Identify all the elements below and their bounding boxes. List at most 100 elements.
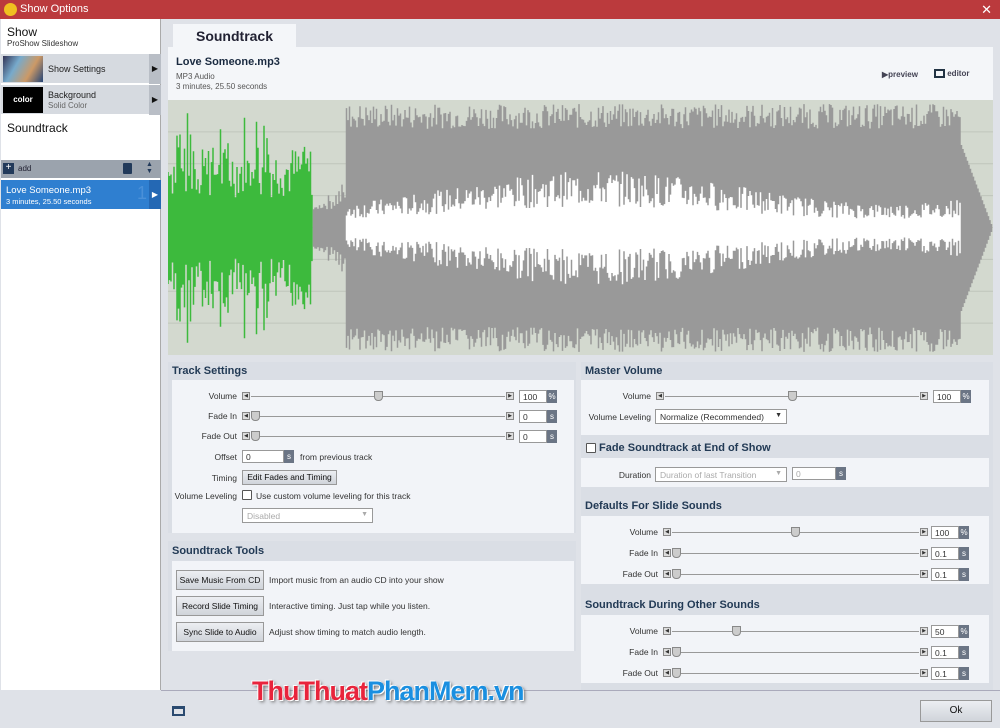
other-volume-slider-track[interactable] xyxy=(672,631,919,632)
slider-right-arrow-icon[interactable]: ▶ xyxy=(506,392,514,400)
defaults-fade-in-slider-track[interactable] xyxy=(672,553,919,554)
track-fade-in-input[interactable]: 0 xyxy=(519,410,547,423)
waveform-played xyxy=(168,113,313,343)
add-icon[interactable]: + xyxy=(3,163,14,174)
tool-button[interactable]: Sync Slide to Audio xyxy=(176,622,264,642)
master-leveling-select[interactable]: Normalize (Recommended) ▼ xyxy=(655,409,787,424)
master-volume-input[interactable]: 100 xyxy=(933,390,961,403)
slider-left-arrow-icon[interactable]: ◀ xyxy=(656,392,664,400)
slider-right-arrow-icon[interactable]: ▶ xyxy=(920,392,928,400)
editor-button[interactable]: editor xyxy=(934,69,970,79)
ok-button[interactable]: Ok xyxy=(920,700,992,722)
defaults-fade-out-input[interactable]: 0.1 xyxy=(931,568,959,581)
fade-duration-unit: s xyxy=(836,467,846,480)
close-button[interactable]: ✕ xyxy=(981,0,992,19)
editor-label: editor xyxy=(947,69,970,78)
master-volume-slider-thumb[interactable] xyxy=(787,391,797,401)
preview-button[interactable]: ▶preview xyxy=(882,70,918,79)
slider-left-arrow-icon[interactable]: ◀ xyxy=(663,669,671,677)
sidebar: Show ProShow Slideshow Show Settings ▶ c… xyxy=(1,19,161,690)
defaults-fade-in-label: Fade In xyxy=(629,548,658,558)
other-volume-slider-thumb[interactable] xyxy=(731,626,741,636)
slider-right-arrow-icon[interactable]: ▶ xyxy=(920,528,928,536)
defaults-fade-in-input[interactable]: 0.1 xyxy=(931,547,959,560)
track-volume-label: Volume xyxy=(208,391,237,401)
track-volume-input[interactable]: 100 xyxy=(519,390,547,403)
track-fade-in-slider-track[interactable] xyxy=(251,416,505,417)
other-volume-label: Volume xyxy=(629,626,658,636)
tab-soundtrack[interactable]: Soundtrack xyxy=(173,24,296,48)
caret-down-icon: ▼ xyxy=(775,412,782,419)
soundtrack-toolbar: + add ▲ ▼ xyxy=(1,160,161,178)
track-fade-out-slider-track[interactable] xyxy=(251,436,505,437)
sidebar-item-label: Background xyxy=(48,90,97,100)
selected-value: Duration of last Transition xyxy=(660,470,757,480)
caret-down-icon: ▼ xyxy=(775,470,782,477)
slider-right-arrow-icon[interactable]: ▶ xyxy=(920,627,928,635)
offset-label: Offset xyxy=(214,452,237,462)
chevron-right-icon[interactable]: ▶ xyxy=(149,180,161,209)
slider-left-arrow-icon[interactable]: ◀ xyxy=(242,412,250,420)
trash-icon[interactable] xyxy=(123,163,132,174)
other-volume-input[interactable]: 50 xyxy=(931,625,959,638)
fade-end-checkbox[interactable] xyxy=(586,443,596,453)
slider-left-arrow-icon[interactable]: ◀ xyxy=(242,432,250,440)
defaults-volume-slider-thumb[interactable] xyxy=(791,527,800,537)
track-fade-in-slider-thumb[interactable] xyxy=(251,411,260,421)
other-fade-out-slider-thumb[interactable] xyxy=(672,668,681,678)
tool-button[interactable]: Save Music From CD xyxy=(176,570,264,590)
edit-fades-timing-button[interactable]: Edit Fades and Timing xyxy=(242,470,337,485)
slider-right-arrow-icon[interactable]: ▶ xyxy=(920,648,928,656)
slider-left-arrow-icon[interactable]: ◀ xyxy=(663,570,671,578)
other-fade-out-input[interactable]: 0.1 xyxy=(931,667,959,680)
slider-left-arrow-icon[interactable]: ◀ xyxy=(663,549,671,557)
slider-right-arrow-icon[interactable]: ▶ xyxy=(920,549,928,557)
defaults-volume-unit: % xyxy=(959,526,969,539)
other-fade-in-input[interactable]: 0.1 xyxy=(931,646,959,659)
other-fade-in-slider-track[interactable] xyxy=(672,652,919,653)
show-subtitle: ProShow Slideshow xyxy=(7,39,79,48)
offset-input[interactable]: 0 xyxy=(242,450,284,463)
window-mode-icon[interactable] xyxy=(172,706,185,716)
track-list-item[interactable]: Love Someone.mp3 3 minutes, 25.50 second… xyxy=(1,180,161,209)
show-heading: Show xyxy=(7,25,38,39)
defaults-fade-out-unit: s xyxy=(959,568,969,581)
slider-right-arrow-icon[interactable]: ▶ xyxy=(506,412,514,420)
slider-left-arrow-icon[interactable]: ◀ xyxy=(663,648,671,656)
track-volume-slider-thumb[interactable] xyxy=(373,391,383,401)
slider-left-arrow-icon[interactable]: ◀ xyxy=(663,627,671,635)
slider-right-arrow-icon[interactable]: ▶ xyxy=(506,432,514,440)
slider-right-arrow-icon[interactable]: ▶ xyxy=(920,570,928,578)
reorder-icon[interactable]: ▲ ▼ xyxy=(146,161,153,175)
tool-button[interactable]: Record Slide Timing xyxy=(176,596,264,616)
add-button[interactable]: add xyxy=(18,164,31,173)
chevron-right-icon[interactable]: ▶ xyxy=(149,85,161,115)
section-title: Fade Soundtrack at End of Show xyxy=(599,442,771,454)
fade-duration-select[interactable]: Duration of last Transition ▼ xyxy=(655,467,787,482)
other-fade-in-slider-thumb[interactable] xyxy=(672,647,681,657)
sidebar-item-show-settings[interactable]: Show Settings ▶ xyxy=(1,54,161,84)
tool-description: Adjust show timing to match audio length… xyxy=(269,627,426,637)
defaults-fade-out-slider-track[interactable] xyxy=(672,574,919,575)
slider-right-arrow-icon[interactable]: ▶ xyxy=(920,669,928,677)
chevron-right-icon[interactable]: ▶ xyxy=(149,54,161,84)
track-leveling-select[interactable]: Disabled ▼ xyxy=(242,508,373,523)
slider-left-arrow-icon[interactable]: ◀ xyxy=(242,392,250,400)
track-fade-out-slider-thumb[interactable] xyxy=(251,431,260,441)
other-fade-out-slider-track[interactable] xyxy=(672,673,919,674)
preview-label: preview xyxy=(888,70,918,79)
other-volume-unit: % xyxy=(959,625,969,638)
other-fade-in-label: Fade In xyxy=(629,647,658,657)
fade-duration-input[interactable]: 0 xyxy=(792,467,836,480)
custom-leveling-checkbox[interactable] xyxy=(242,490,252,500)
sidebar-item-background[interactable]: color Background Solid Color ▶ xyxy=(1,85,161,115)
slider-left-arrow-icon[interactable]: ◀ xyxy=(663,528,671,536)
waveform[interactable] xyxy=(168,100,993,355)
track-fade-out-input[interactable]: 0 xyxy=(519,430,547,443)
other-fade-out-unit: s xyxy=(959,667,969,680)
defaults-fade-in-slider-thumb[interactable] xyxy=(672,548,681,558)
defaults-volume-input[interactable]: 100 xyxy=(931,526,959,539)
other-fade-in-unit: s xyxy=(959,646,969,659)
track-fade-out-label: Fade Out xyxy=(201,431,237,441)
defaults-fade-out-slider-thumb[interactable] xyxy=(672,569,681,579)
